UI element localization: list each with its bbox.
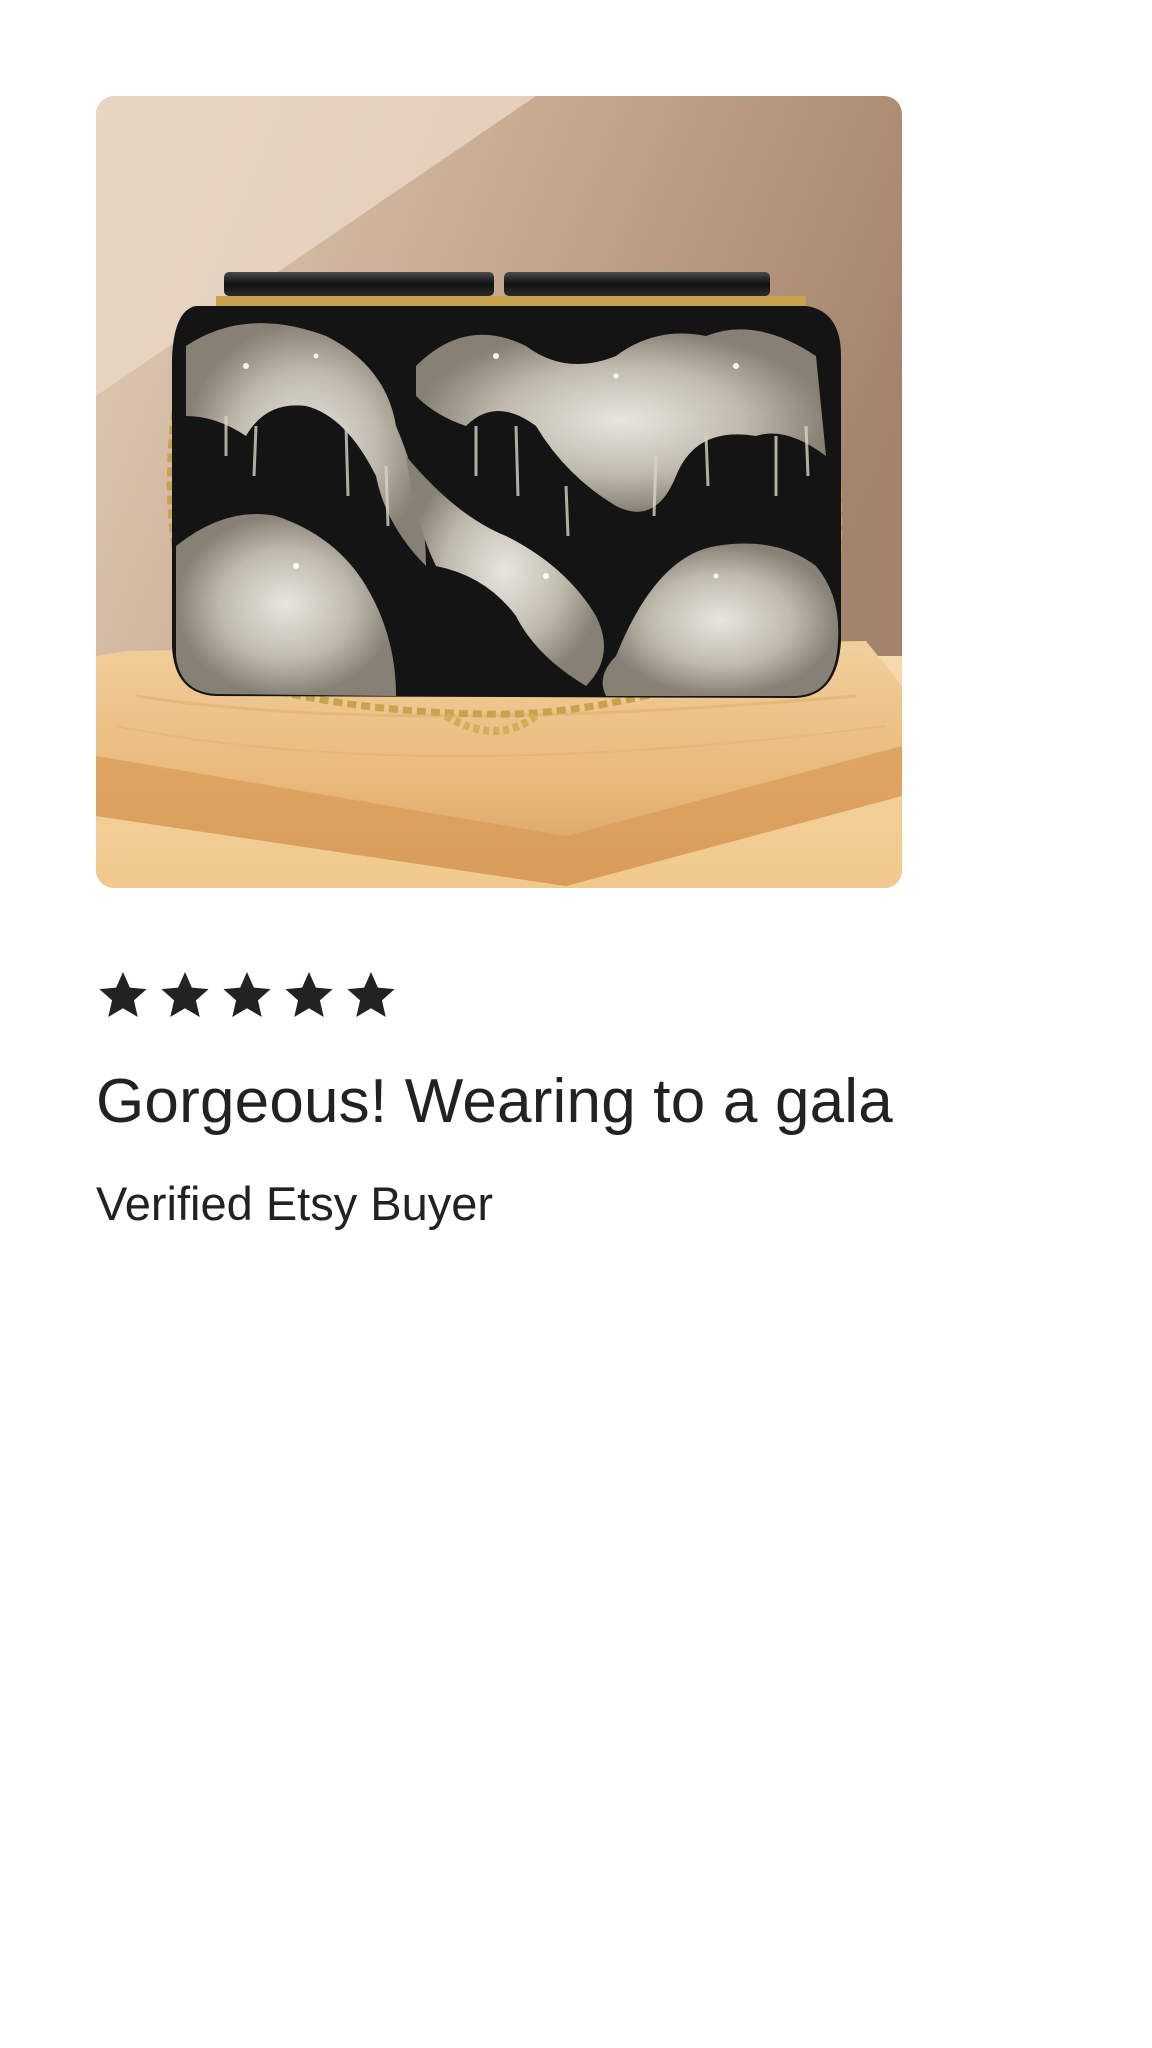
review-photo[interactable] xyxy=(96,96,902,888)
star-filled-icon xyxy=(285,972,333,1017)
star-rating xyxy=(96,968,1056,1022)
star-filled-icon xyxy=(161,972,209,1017)
review-title: Gorgeous! Wearing to a gala xyxy=(96,1067,893,1136)
review-card: Gorgeous! Wearing to a gala Verified Ets… xyxy=(96,96,1056,1232)
clutch-photo-image xyxy=(96,96,902,888)
reviewer-name: Verified Etsy Buyer xyxy=(96,1177,494,1230)
star-filled-icon xyxy=(99,972,147,1017)
star-filled-icon xyxy=(347,972,395,1017)
star-filled-icon xyxy=(223,972,271,1017)
